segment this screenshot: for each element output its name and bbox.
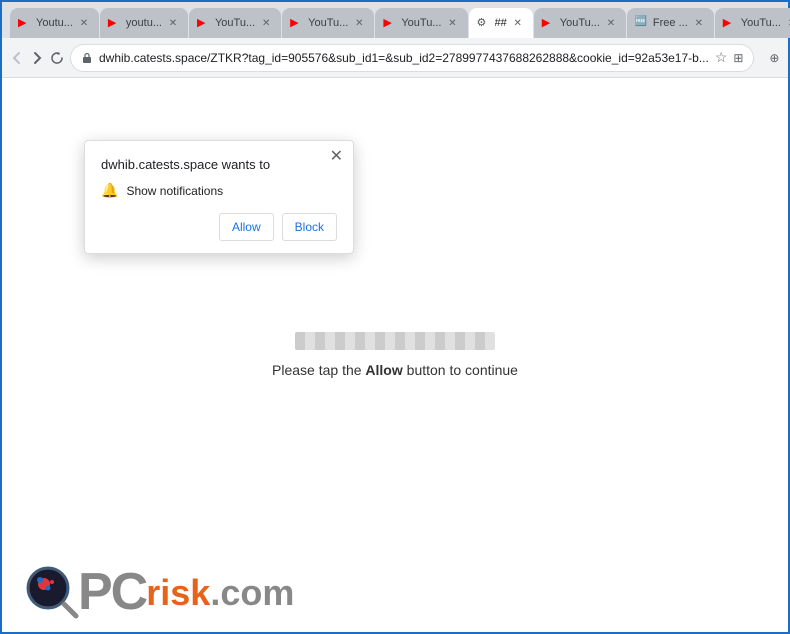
tab-8-favicon: 🆓 bbox=[635, 16, 649, 30]
tab-6-favicon: ⚙ bbox=[477, 16, 491, 30]
tab-6-label: ## bbox=[495, 17, 507, 29]
popup-notification-row: 🔔 Show notifications bbox=[101, 182, 337, 199]
tab-2-close[interactable]: ✕ bbox=[166, 16, 180, 30]
address-text: dwhib.catests.space/ZTKR?tag_id=905576&s… bbox=[99, 51, 709, 65]
notification-permission-popup: ✕ dwhib.catests.space wants to 🔔 Show no… bbox=[84, 140, 354, 254]
page-content: ays THIS PAGE OK ✕ dwhib.catests.space w… bbox=[2, 78, 788, 632]
tab-5[interactable]: ▶ YouTu... ✕ bbox=[375, 8, 467, 38]
forward-button[interactable] bbox=[30, 44, 44, 72]
tab-3-close[interactable]: ✕ bbox=[259, 16, 273, 30]
tab-7-favicon: ▶ bbox=[542, 16, 556, 30]
block-button[interactable]: Block bbox=[282, 213, 337, 241]
tab-7-close[interactable]: ✕ bbox=[604, 16, 618, 30]
tab-3-favicon: ▶ bbox=[197, 16, 211, 30]
allow-instruction-prefix: Please tap the bbox=[272, 362, 365, 378]
risk-logo-text: risk bbox=[146, 572, 210, 618]
tab-5-favicon: ▶ bbox=[383, 16, 397, 30]
forward-icon bbox=[30, 51, 44, 65]
popup-actions: Allow Block bbox=[101, 213, 337, 241]
tab-9-favicon: ▶ bbox=[723, 16, 737, 30]
popup-notification-label: Show notifications bbox=[126, 184, 223, 198]
pcrisk-watermark: PC risk .com bbox=[22, 562, 294, 622]
toolbar: dwhib.catests.space/ZTKR?tag_id=905576&s… bbox=[2, 38, 788, 78]
tab-7-label: YouTu... bbox=[560, 17, 600, 29]
back-button[interactable] bbox=[10, 44, 24, 72]
allow-word: Allow bbox=[365, 362, 402, 378]
pc-logo-text: PC bbox=[78, 566, 146, 618]
lock-icon bbox=[81, 52, 93, 64]
tab-4-label: YouTu... bbox=[308, 17, 348, 29]
tab-4[interactable]: ▶ YouTu... ✕ bbox=[282, 8, 374, 38]
reload-button[interactable] bbox=[50, 44, 64, 72]
cast-icon: ⊞ bbox=[733, 51, 743, 65]
tab-5-label: YouTu... bbox=[401, 17, 441, 29]
tab-8-label: Free ... bbox=[653, 17, 688, 29]
progress-bar bbox=[295, 332, 495, 350]
pcrisk-logo-icon bbox=[22, 562, 82, 622]
bell-icon: 🔔 bbox=[101, 182, 118, 199]
tab-7[interactable]: ▶ YouTu... ✕ bbox=[534, 8, 626, 38]
toolbar-actions: ⊕ 👤 bbox=[760, 44, 790, 72]
tab-9[interactable]: ▶ YouTu... ✕ bbox=[715, 8, 790, 38]
back-icon bbox=[10, 51, 24, 65]
tab-3[interactable]: ▶ YouTu... ✕ bbox=[189, 8, 281, 38]
popup-close-button[interactable]: ✕ bbox=[330, 149, 343, 165]
tab-6-close[interactable]: ✕ bbox=[511, 16, 525, 30]
tab-1-favicon: ▶ bbox=[18, 16, 32, 30]
tab-1-label: Youtu... bbox=[36, 17, 73, 29]
tab-4-favicon: ▶ bbox=[290, 16, 304, 30]
address-bar[interactable]: dwhib.catests.space/ZTKR?tag_id=905576&s… bbox=[70, 44, 754, 72]
tab-9-close[interactable]: ✕ bbox=[785, 16, 790, 30]
tab-5-close[interactable]: ✕ bbox=[446, 16, 460, 30]
tabs-area: ▶ Youtu... ✕ ▶ youtu... ✕ ▶ YouTu... ✕ ▶… bbox=[10, 2, 790, 38]
tab-8-close[interactable]: ✕ bbox=[692, 16, 706, 30]
browser-window: ▶ Youtu... ✕ ▶ youtu... ✕ ▶ YouTu... ✕ ▶… bbox=[0, 0, 790, 634]
tab-2[interactable]: ▶ youtu... ✕ bbox=[100, 8, 188, 38]
allow-instruction-suffix: button to continue bbox=[403, 362, 518, 378]
tab-4-close[interactable]: ✕ bbox=[352, 16, 366, 30]
reload-icon bbox=[50, 51, 64, 65]
bookmark-icon[interactable]: ☆ bbox=[715, 49, 728, 66]
tab-9-label: YouTu... bbox=[741, 17, 781, 29]
tab-2-favicon: ▶ bbox=[108, 16, 122, 30]
allow-instruction-text: Please tap the Allow button to continue bbox=[272, 362, 518, 378]
dotcom-logo-text: .com bbox=[210, 572, 294, 618]
tab-3-label: YouTu... bbox=[215, 17, 255, 29]
tab-2-label: youtu... bbox=[126, 17, 162, 29]
allow-button[interactable]: Allow bbox=[219, 213, 274, 241]
tab-1-close[interactable]: ✕ bbox=[77, 16, 91, 30]
tab-1[interactable]: ▶ Youtu... ✕ bbox=[10, 8, 99, 38]
title-bar: ▶ Youtu... ✕ ▶ youtu... ✕ ▶ YouTu... ✕ ▶… bbox=[2, 2, 788, 38]
extensions-button[interactable]: ⊕ bbox=[760, 44, 788, 72]
tab-8[interactable]: 🆓 Free ... ✕ bbox=[627, 8, 714, 38]
tab-6-active[interactable]: ⚙ ## ✕ bbox=[469, 8, 533, 38]
popup-title: dwhib.catests.space wants to bbox=[101, 157, 337, 172]
